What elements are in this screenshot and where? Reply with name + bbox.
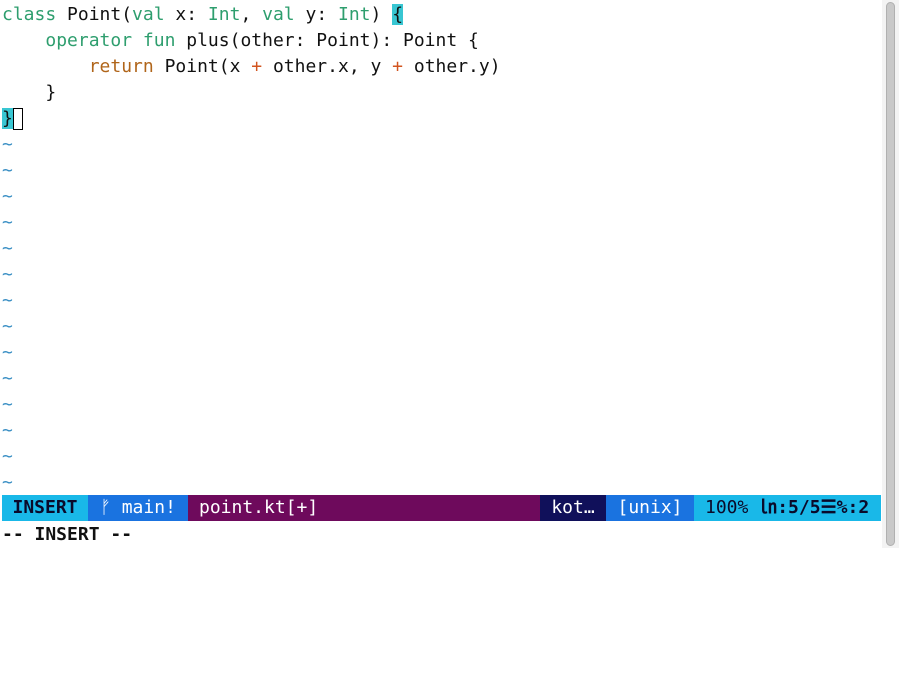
file-name: point.kt[+] bbox=[188, 495, 540, 521]
type-name: Int bbox=[207, 4, 241, 25]
code-line-3[interactable]: return Point(x + other.x, y + other.y) bbox=[2, 54, 501, 80]
empty-line-marker: ~ bbox=[2, 420, 13, 441]
code-text: , bbox=[240, 4, 263, 25]
matched-brace: } bbox=[2, 108, 13, 129]
code-text: y: bbox=[294, 4, 338, 25]
keyword: fun bbox=[142, 30, 176, 51]
cursor-position: 100% ㏑:5/5☰%:2 bbox=[694, 495, 881, 521]
empty-line-marker: ~ bbox=[2, 186, 13, 207]
empty-line-marker: ~ bbox=[2, 264, 13, 285]
keyword: val bbox=[132, 4, 165, 25]
editor-buffer[interactable]: class Point(val x: Int, val y: Int) { op… bbox=[0, 0, 880, 494]
keyword: return bbox=[88, 56, 154, 77]
code-text: plus(other: Point): Point { bbox=[175, 30, 479, 51]
line-column: ㏑:5/5☰%:2 bbox=[759, 497, 870, 518]
file-format: [unix] bbox=[606, 495, 694, 521]
empty-line-marker: ~ bbox=[2, 160, 13, 181]
code-text: other.y) bbox=[403, 56, 501, 77]
text-cursor bbox=[12, 108, 23, 130]
type-name: Int bbox=[338, 4, 371, 25]
git-branch: ᚠ main! bbox=[88, 495, 188, 521]
keyword: operator bbox=[45, 30, 133, 51]
empty-line-marker: ~ bbox=[2, 368, 13, 389]
code-line-1[interactable]: class Point(val x: Int, val y: Int) { bbox=[2, 2, 404, 28]
command-line[interactable]: -- INSERT -- bbox=[2, 522, 132, 548]
code-text: Point( bbox=[56, 4, 133, 25]
code-line-5[interactable]: } bbox=[2, 106, 23, 132]
empty-line-marker: ~ bbox=[2, 394, 13, 415]
code-text: Point(x bbox=[153, 56, 252, 77]
code-line-4[interactable]: } bbox=[2, 80, 56, 106]
mode-indicator: INSERT bbox=[2, 495, 88, 521]
empty-line-marker: ~ bbox=[2, 134, 13, 155]
code-text: x: bbox=[164, 4, 208, 25]
empty-line-marker: ~ bbox=[2, 472, 13, 493]
file-type: kot… bbox=[540, 495, 606, 521]
status-line: INSERT ᚠ main! point.kt[+] kot… [unix] 1… bbox=[0, 495, 881, 521]
keyword: val bbox=[262, 4, 295, 25]
empty-line-marker: ~ bbox=[2, 446, 13, 467]
empty-line-marker: ~ bbox=[2, 342, 13, 363]
scrollbar-thumb[interactable] bbox=[886, 2, 895, 546]
operator: + bbox=[251, 56, 263, 77]
keyword: class bbox=[2, 4, 57, 25]
empty-line-marker: ~ bbox=[2, 238, 13, 259]
operator: + bbox=[392, 56, 404, 77]
empty-line-marker: ~ bbox=[2, 290, 13, 311]
scroll-percent: 100% bbox=[705, 497, 749, 518]
matched-brace: { bbox=[392, 4, 404, 25]
vertical-scrollbar[interactable] bbox=[882, 0, 899, 548]
code-text: ) bbox=[370, 4, 393, 25]
empty-line-marker: ~ bbox=[2, 212, 13, 233]
empty-line-marker: ~ bbox=[2, 316, 13, 337]
code-text: other.x, y bbox=[262, 56, 393, 77]
code-line-2[interactable]: operator fun plus(other: Point): Point { bbox=[2, 28, 479, 54]
